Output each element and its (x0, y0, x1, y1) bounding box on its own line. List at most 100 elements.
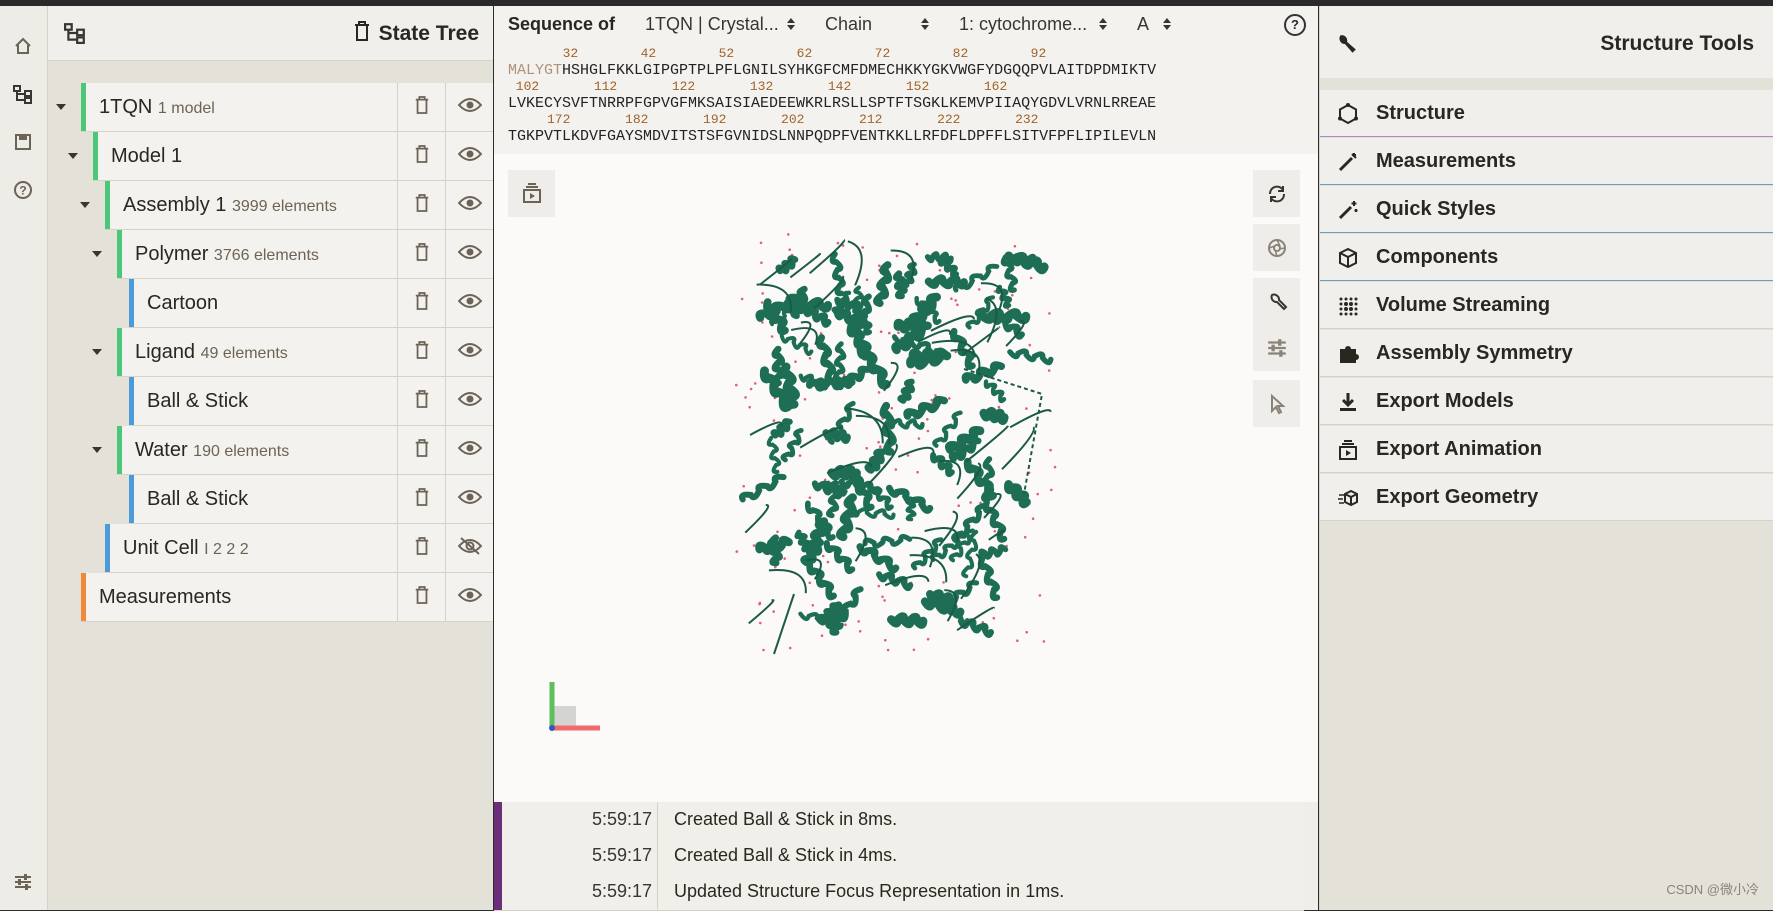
help-icon[interactable]: ? (11, 178, 35, 202)
sequence-residues[interactable]: HSHGLFKKLGIPGPTPLPFLGNILSYHKGFCMFDMECHKK… (562, 62, 1156, 79)
eye-icon (457, 489, 483, 510)
state-tree-node[interactable]: Model 1 (93, 132, 493, 181)
remove-node-button[interactable] (397, 83, 446, 131)
toggle-visibility-button[interactable] (445, 377, 494, 425)
log-time: 5:59:17 (591, 809, 652, 829)
state-tree-node[interactable]: Ball & Stick (129, 377, 493, 426)
remove-node-button[interactable] (397, 524, 446, 572)
tool-section-quick-styles[interactable]: Quick Styles (1320, 186, 1773, 233)
water-atom (844, 623, 847, 626)
3d-viewport[interactable] (494, 154, 1318, 802)
entity-select[interactable]: 1: cytochrome... (959, 14, 1108, 35)
toggle-visibility-button[interactable] (445, 524, 494, 572)
toggle-visibility-button[interactable] (445, 132, 494, 180)
expand-caret-icon[interactable] (92, 251, 102, 257)
chain-select[interactable]: A (1137, 14, 1172, 35)
remove-node-button[interactable] (397, 230, 446, 278)
home-icon[interactable] (11, 34, 35, 58)
residue-number-row: 32 42 52 62 72 82 92 (508, 46, 1047, 61)
sequence-row[interactable]: TGKPVTLKDVFGAYSMDVITSTSFGVNIDSLNNPQDPFVE… (508, 128, 1156, 146)
sequence-row[interactable]: LVKECYSVFTNRRPFGPVGFMKSAISIAEDEEWKRLRSLL… (508, 95, 1156, 113)
expand-caret-icon[interactable] (68, 153, 78, 159)
tool-section-volume-streaming[interactable]: Volume Streaming (1320, 282, 1773, 329)
state-tree-node[interactable]: Ball & Stick (129, 475, 493, 524)
state-tree-node[interactable]: Polymer 3766 elements (117, 230, 493, 279)
remove-node-button[interactable] (397, 181, 446, 229)
toggle-visibility-button[interactable] (445, 279, 494, 327)
water-atom (897, 331, 900, 334)
water-atom (744, 396, 747, 399)
sequence-residues[interactable]: TGKPVTLKDVFGAYSMDVITSTSFGVNIDSLNNPQDPFVE… (508, 128, 1156, 145)
state-tree-node[interactable]: Assembly 1 3999 elements (105, 181, 493, 230)
tool-section-components[interactable]: Components (1320, 234, 1773, 281)
node-color-bar (117, 426, 122, 474)
toggle-visibility-button[interactable] (445, 475, 494, 523)
remove-node-button[interactable] (397, 426, 446, 474)
state-tree-icon[interactable] (11, 82, 35, 106)
node-label: Ball & Stick (147, 390, 248, 413)
log-message: Updated Structure Focus Representation i… (674, 881, 1065, 901)
node-label: 1TQN 1 model (99, 96, 215, 119)
water-atom (735, 383, 738, 387)
log-separator (657, 802, 658, 838)
expand-caret-icon[interactable] (56, 104, 66, 110)
state-tree-node[interactable]: Ligand 49 elements (117, 328, 493, 377)
tool-section-label: Assembly Symmetry (1376, 342, 1573, 364)
helix-segment (897, 378, 916, 404)
axes-indicator (549, 682, 600, 731)
chain-terminus (773, 593, 795, 655)
sequence-residues[interactable]: LVKECYSVFTNRRPFGPVGFMKSAISIAEDEEWKRLRSLL… (508, 95, 1156, 112)
toggle-visibility-button[interactable] (445, 328, 494, 376)
remove-node-button[interactable] (397, 377, 446, 425)
remove-node-button[interactable] (397, 328, 446, 376)
updown-icon (787, 18, 796, 30)
helix-segment (983, 379, 1007, 404)
node-label: Model 1 (111, 145, 182, 168)
tool-section-assembly-symmetry[interactable]: Assembly Symmetry (1320, 330, 1773, 377)
toggle-visibility-button[interactable] (445, 230, 494, 278)
mode-select[interactable]: Chain (825, 14, 930, 35)
expand-caret-icon[interactable] (92, 447, 102, 453)
tool-section-measurements[interactable]: Measurements (1320, 138, 1773, 185)
water-atom (1048, 312, 1051, 315)
tool-section-export-models[interactable]: Export Models (1320, 378, 1773, 425)
toggle-visibility-button[interactable] (445, 573, 494, 621)
eye-icon (457, 342, 483, 363)
water-atom (977, 288, 981, 291)
log-entry: 5:59:17 Created Ball & Stick in 8ms. (494, 802, 1304, 839)
toggle-visibility-button[interactable] (445, 181, 494, 229)
helix-segment (924, 274, 968, 290)
node-subtitle: 49 elements (200, 345, 288, 362)
sequence-row[interactable]: MALYGTHSHGLFKKLGIPGPTPLPFLGNILSYHKGFCMFD… (508, 62, 1156, 80)
state-tree-node[interactable]: Water 190 elements (117, 426, 493, 475)
tree-structure-icon[interactable] (64, 22, 86, 49)
remove-node-button[interactable] (397, 573, 446, 621)
state-tree-node[interactable]: Unit Cell I 2 2 2 (105, 524, 493, 573)
water-atom (1031, 517, 1035, 520)
log-entry: 5:59:17 Created Ball & Stick in 4ms. (494, 838, 1304, 875)
trash-icon[interactable] (353, 20, 371, 48)
helix-segment (1003, 480, 1031, 509)
remove-node-button[interactable] (397, 279, 446, 327)
toggle-visibility-button[interactable] (445, 426, 494, 474)
save-icon[interactable] (11, 130, 35, 154)
eye-icon (457, 195, 483, 216)
water-atom (896, 527, 900, 531)
tool-section-structure[interactable]: Structure (1320, 90, 1773, 137)
toggle-visibility-button[interactable] (445, 83, 494, 131)
settings-sliders-icon[interactable] (11, 870, 35, 894)
eye-icon (457, 293, 483, 314)
state-tree-node[interactable]: Cartoon (129, 279, 493, 328)
structure-select[interactable]: 1TQN | Crystal... (645, 14, 796, 35)
water-atom (783, 557, 786, 560)
remove-node-button[interactable] (397, 132, 446, 180)
state-tree-node[interactable]: Measurements (81, 573, 493, 622)
sequence-text[interactable]: 32 42 52 62 72 82 92 MALYGTHSHGLFKKLGIPGP… (508, 46, 1156, 145)
expand-caret-icon[interactable] (92, 349, 102, 355)
expand-caret-icon[interactable] (80, 202, 90, 208)
tool-section-export-geometry[interactable]: Export Geometry (1320, 474, 1773, 521)
sequence-help-icon[interactable]: ? (1284, 14, 1306, 36)
tool-section-export-animation[interactable]: Export Animation (1320, 426, 1773, 473)
state-tree-node[interactable]: 1TQN 1 model (81, 83, 493, 132)
remove-node-button[interactable] (397, 475, 446, 523)
